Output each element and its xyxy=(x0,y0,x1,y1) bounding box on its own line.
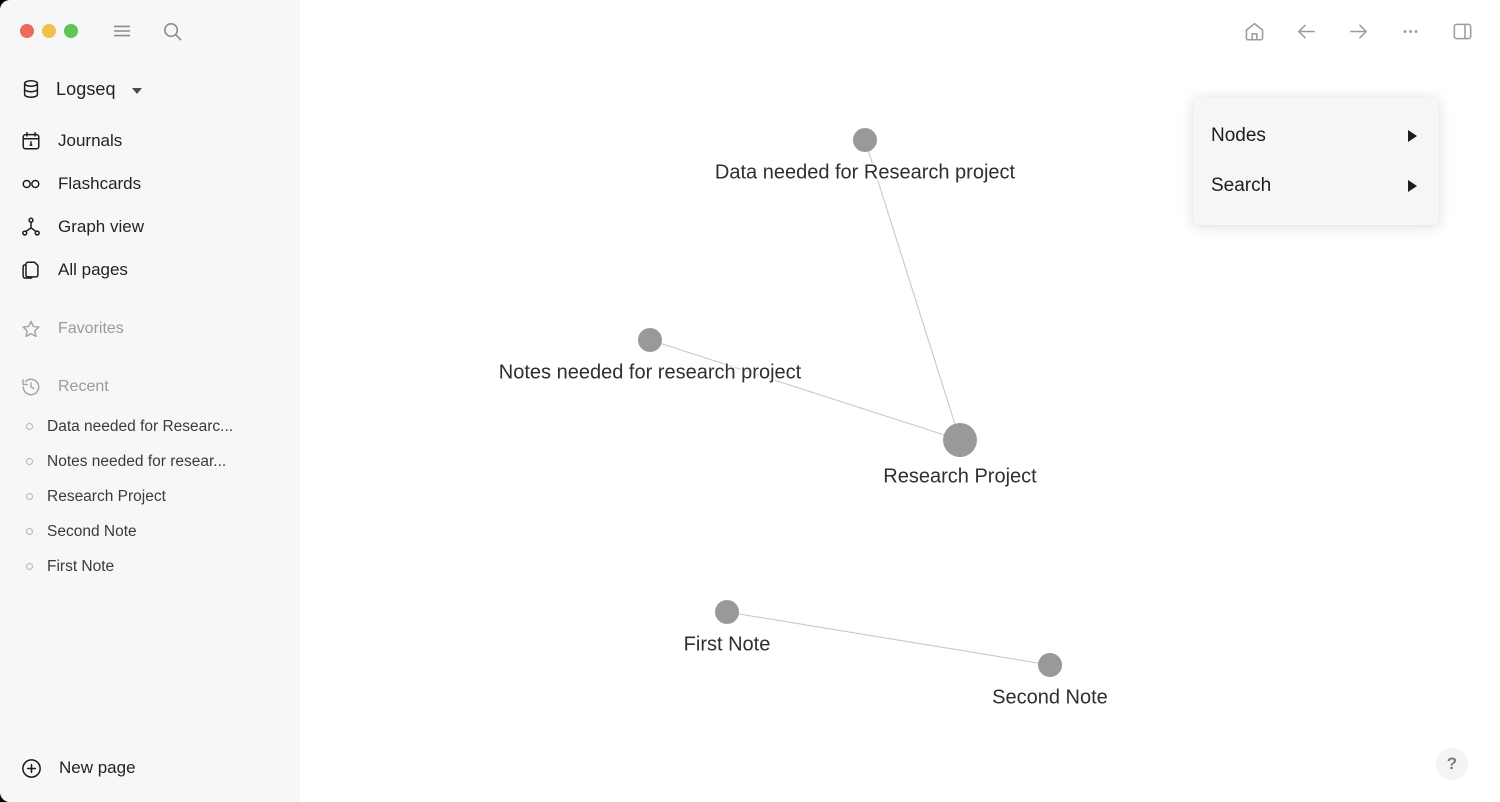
graph-node-circle[interactable] xyxy=(715,600,739,624)
bullet-icon xyxy=(26,493,33,500)
left-sidebar: Logseq Journals Flashcards Graph view Al… xyxy=(0,0,300,802)
sidebar-item-label: Flashcards xyxy=(58,173,142,193)
maximize-window-button[interactable] xyxy=(64,24,78,38)
close-window-button[interactable] xyxy=(20,24,34,38)
sidebar-item-all-pages[interactable]: All pages xyxy=(14,248,286,291)
history-icon xyxy=(20,376,42,398)
graph-edges xyxy=(649,139,1051,666)
search-icon[interactable] xyxy=(160,19,184,43)
infinity-icon xyxy=(20,173,42,195)
sidebar-item-label: Graph view xyxy=(58,216,144,236)
chevron-right-icon xyxy=(1408,130,1417,142)
context-menu-label: Search xyxy=(1211,175,1272,196)
list-item[interactable]: First Note xyxy=(14,549,286,584)
recent-item-label: Second Note xyxy=(47,522,137,540)
graph-node[interactable]: Second Note xyxy=(991,653,1109,710)
plus-circle-icon xyxy=(20,757,43,780)
recent-pages-list: Data needed for Researc... Notes needed … xyxy=(0,409,300,584)
star-icon xyxy=(20,318,42,340)
graph-edge xyxy=(864,139,961,441)
graph-edge xyxy=(726,611,1051,666)
logseq-window: Logseq Journals Flashcards Graph view Al… xyxy=(0,0,1500,802)
list-item[interactable]: Research Project xyxy=(14,479,286,514)
graph-selector[interactable]: Logseq xyxy=(14,69,286,109)
bullet-icon xyxy=(26,458,33,465)
menu-icon[interactable] xyxy=(110,19,134,43)
graph-node-label: Notes needed for research project xyxy=(499,361,802,383)
sidebar-item-graph-view[interactable]: Graph view xyxy=(14,205,286,248)
graph-name: Logseq xyxy=(56,78,116,99)
sidebar-header xyxy=(0,0,300,62)
sidebar-item-label: All pages xyxy=(58,259,128,279)
graph-node-label: First Note xyxy=(684,633,771,655)
sidebar-item-journals[interactable]: Journals xyxy=(14,119,286,162)
chevron-right-icon xyxy=(1408,180,1417,192)
calendar-icon xyxy=(20,130,42,152)
sidebar-item-flashcards[interactable]: Flashcards xyxy=(14,162,286,205)
context-menu-item-nodes[interactable]: Nodes xyxy=(1193,111,1439,161)
bullet-icon xyxy=(26,563,33,570)
graph-node[interactable]: Data needed for Research project xyxy=(713,128,1017,185)
graph-node[interactable]: Notes needed for research project xyxy=(497,328,803,385)
database-icon xyxy=(20,78,42,100)
section-label: Recent xyxy=(58,378,109,395)
context-menu-label: Nodes xyxy=(1211,125,1266,146)
sidebar-section-recent[interactable]: Recent xyxy=(14,367,286,407)
graph-node-circle[interactable] xyxy=(1038,653,1062,677)
graph-node-label: Second Note xyxy=(992,686,1108,708)
graph-node-circle[interactable] xyxy=(943,423,977,457)
list-item[interactable]: Second Note xyxy=(14,514,286,549)
graph-nodes: Data needed for Research project Notes ne… xyxy=(497,128,1109,710)
bullet-icon xyxy=(26,423,33,430)
main-content: Data needed for Research project Notes ne… xyxy=(300,0,1500,802)
graph-icon xyxy=(20,216,42,238)
sidebar-item-label: Journals xyxy=(58,130,123,150)
graph-node[interactable]: First Note xyxy=(682,600,772,657)
graph-node[interactable]: Research Project xyxy=(882,423,1039,489)
graph-node-label: Data needed for Research project xyxy=(715,161,1016,183)
list-item[interactable]: Notes needed for resear... xyxy=(14,444,286,479)
list-item[interactable]: Data needed for Researc... xyxy=(14,409,286,444)
section-label: Favorites xyxy=(58,320,124,337)
context-menu-item-search[interactable]: Search xyxy=(1193,161,1439,211)
new-page-label: New page xyxy=(59,758,136,777)
window-traffic-lights xyxy=(20,24,78,38)
sidebar-section-favorites[interactable]: Favorites xyxy=(14,309,286,349)
graph-node-label: Research Project xyxy=(883,465,1037,487)
graph-node-circle[interactable] xyxy=(853,128,877,152)
recent-item-label: Research Project xyxy=(47,487,166,505)
help-button[interactable]: ? xyxy=(1436,748,1468,780)
recent-item-label: Notes needed for resear... xyxy=(47,452,227,470)
chevron-down-icon[interactable] xyxy=(131,87,142,94)
sidebar-nav: Journals Flashcards Graph view All pages xyxy=(0,119,300,291)
recent-item-label: First Note xyxy=(47,557,115,575)
graph-context-menu: Nodes Search xyxy=(1193,97,1439,225)
recent-item-label: Data needed for Researc... xyxy=(47,417,234,435)
graph-node-circle[interactable] xyxy=(638,328,662,352)
minimize-window-button[interactable] xyxy=(42,24,56,38)
graph-edge xyxy=(649,339,961,441)
bullet-icon xyxy=(26,528,33,535)
new-page-button[interactable]: New page xyxy=(14,746,142,790)
pages-icon xyxy=(20,259,42,281)
